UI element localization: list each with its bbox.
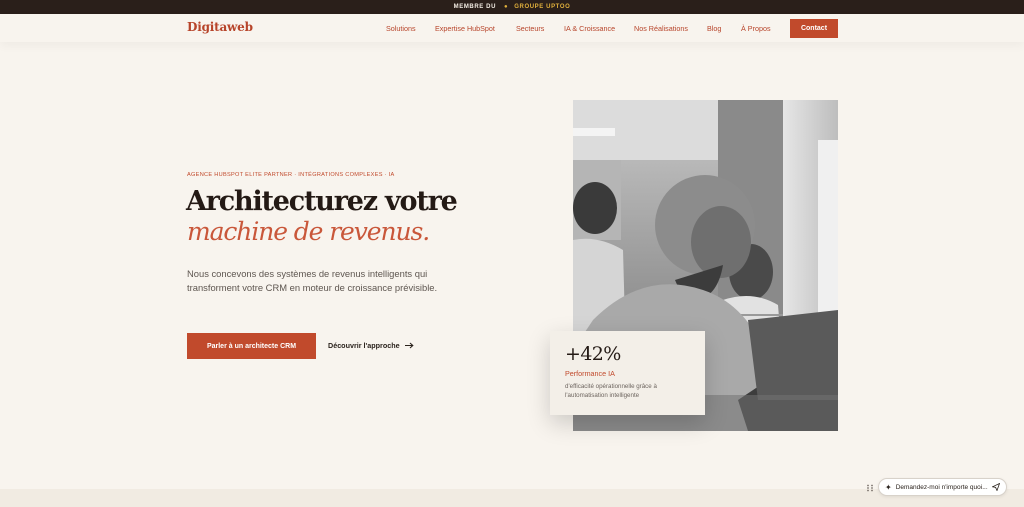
bullet-icon: ● — [504, 4, 509, 10]
hero-eyebrow: AGENCE HUBSPOT ELITE PARTNER · INTÉGRATI… — [187, 172, 395, 178]
discover-approach-link[interactable]: Découvrir l'approche — [328, 341, 414, 350]
top-announcement-bar: MEMBRE DU ● GROUPE UPTOO — [0, 0, 1024, 14]
member-label: MEMBRE DU — [453, 4, 497, 10]
hero-title: Architecturez votre — [186, 186, 458, 217]
hero-description: Nous concevons des systèmes de revenus i… — [187, 268, 438, 293]
stat-value: +42% — [565, 343, 621, 365]
send-icon[interactable] — [992, 483, 1000, 491]
stat-label: Performance IA — [565, 369, 615, 378]
talk-to-architect-button[interactable]: Parler à un architecte CRM — [187, 333, 316, 359]
stat-card: +42% Performance IA d'efficacité opérati… — [550, 331, 705, 415]
nav-item-blog[interactable]: Blog — [707, 24, 721, 33]
nav-item-secteurs[interactable]: Secteurs — [516, 24, 544, 33]
logo[interactable]: Digitaweb — [187, 20, 253, 34]
nav-item-a-propos[interactable]: À Propos — [741, 24, 771, 33]
contact-button[interactable]: Contact — [790, 19, 838, 38]
main-navigation: Digitaweb Solutions Expertise HubSpot Se… — [0, 14, 1024, 42]
nav-item-realisations[interactable]: Nos Réalisations — [634, 24, 688, 33]
nav-item-solutions[interactable]: Solutions — [386, 24, 416, 33]
nav-item-ia-croissance[interactable]: IA & Croissance — [564, 24, 615, 33]
ai-assistant-input[interactable]: ✦ Demandez-moi n'importe quoi... — [878, 478, 1007, 496]
sparkle-icon: ✦ — [885, 482, 892, 492]
drag-handle-icon[interactable] — [866, 484, 874, 492]
nav-item-expertise-hubspot[interactable]: Expertise HubSpot — [435, 24, 495, 33]
discover-approach-label: Découvrir l'approche — [328, 341, 400, 350]
ai-assistant-placeholder: Demandez-moi n'importe quoi... — [895, 483, 988, 491]
stat-description: d'efficacité opérationnelle grâce à l'au… — [565, 383, 657, 399]
group-brand-link[interactable]: GROUPE UPTOO — [514, 4, 570, 10]
hero-title-accent: machine de revenus. — [187, 217, 430, 246]
arrow-right-icon — [404, 342, 414, 349]
